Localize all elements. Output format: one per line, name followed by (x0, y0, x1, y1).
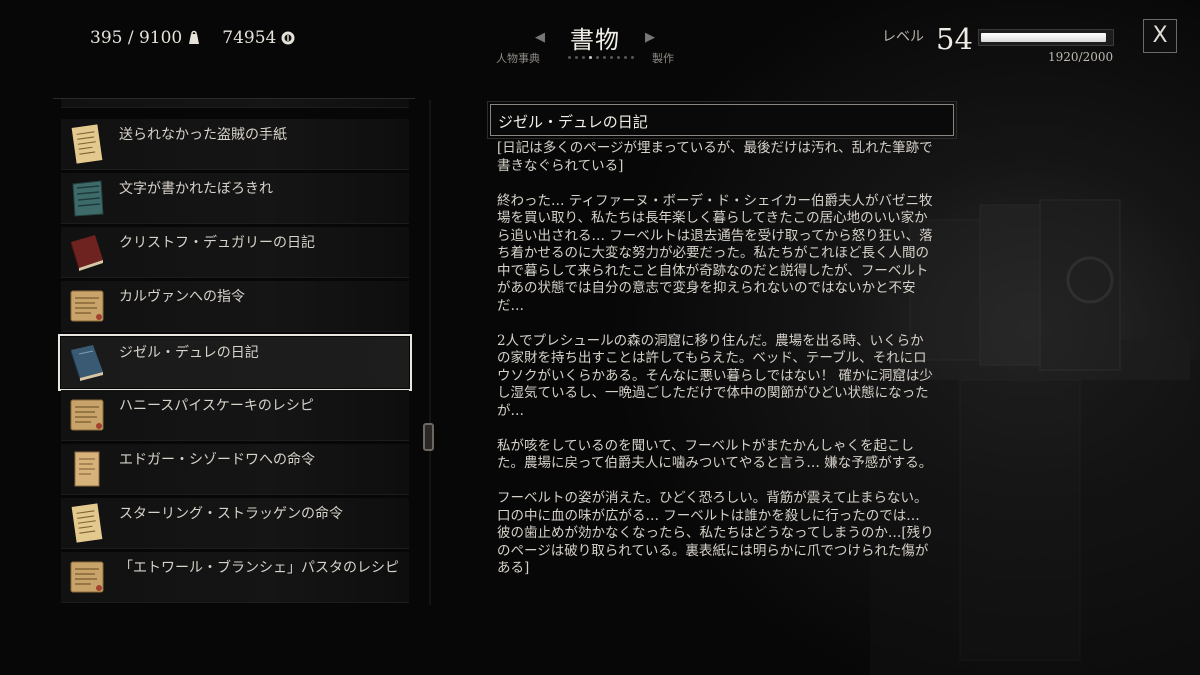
scroll-icon (70, 399, 104, 431)
book-list-item[interactable]: ジゼル・デュレの日記 (58, 334, 412, 391)
tab-page-indicator (568, 56, 634, 59)
book-list-item[interactable]: 文字が書かれたぼろきれ (61, 173, 409, 224)
book-red-icon (71, 235, 103, 271)
book-title: スターリング・ストラッゲンの命令 (119, 506, 343, 522)
book-list-item[interactable]: 送られなかった盗賊の手紙 (61, 119, 409, 170)
section-header: ◀ 書物 ▶ 人物事典 製作 (480, 18, 710, 68)
book-list-item[interactable]: 「エトワール・ブランシェ」パスタのレシピ (61, 552, 409, 603)
document-paragraph: [日記は多くのページが埋まっているが、最後だけは汚れ、乱れた筆跡で書きなぐられて… (497, 140, 933, 174)
book-list-item[interactable]: スターリング・ストラッゲンの命令 (61, 498, 409, 549)
book-title: 送られなかった盗賊の手紙 (119, 127, 287, 143)
document-body: [日記は多くのページが埋まっているが、最後だけは汚れ、乱れた筆跡で書きなぐられて… (497, 140, 937, 595)
letter-icon (71, 124, 103, 164)
book-title: クリストフ・デュガリーの日記 (119, 235, 315, 251)
level-label: レベル (882, 29, 924, 45)
tab-next-label[interactable]: 製作 (652, 50, 674, 66)
document-paragraph: 2人でプレシュールの森の洞窟に移り住んだ。農場を出る時、いくらかの家財を持ち出す… (497, 332, 933, 419)
scroll-icon (70, 561, 104, 593)
resources-bar: 395 / 9100 74954 (90, 28, 296, 48)
list-scrollbar-thumb[interactable] (423, 423, 434, 451)
level-display: レベル 54 1920/2000 (880, 20, 1120, 70)
book-list-item[interactable]: ハニースパイスケーキのレシピ (61, 390, 409, 441)
book-list-item[interactable]: エドガー・シゾードワへの命令 (61, 444, 409, 495)
book-list-item[interactable]: カルヴァンへの指令 (61, 281, 409, 332)
parchment-icon (74, 451, 100, 487)
document-title-box: ジゼル・デュレの日記 (487, 101, 957, 139)
carry-weight: 395 / 9100 (90, 28, 202, 48)
xp-bar (978, 29, 1114, 46)
document-title: ジゼル・デュレの日記 (498, 113, 648, 131)
book-list: 送られなかった盗賊の手紙 文字が書かれたぼろきれクリストフ・デュガリーの日記 カルヴ… (53, 98, 415, 607)
document-paragraph: フーベルトの姿が消えた。ひどく恐ろしい。背筋が震えて止まらない。口の中に血の味が… (497, 490, 934, 576)
book-list-item[interactable]: クリストフ・デュガリーの日記 (61, 227, 409, 278)
tab-prev-label[interactable]: 人物事典 (496, 50, 540, 66)
money: 74954 (222, 28, 296, 48)
scroll-icon (70, 290, 104, 322)
book-title: エドガー・シゾードワへの命令 (119, 452, 315, 468)
next-tab-arrow-icon[interactable]: ▶ (645, 30, 655, 45)
xp-bar-fill (981, 33, 1106, 42)
list-scroll-track (429, 100, 431, 605)
money-value: 74954 (222, 28, 277, 48)
xp-text: 1920/2000 (1048, 50, 1114, 64)
book-title: 「エトワール・ブランシェ」パスタのレシピ (119, 560, 399, 576)
weight-icon (189, 30, 200, 44)
journal-screen: 395 / 9100 74954 ◀ 書物 ▶ 人物事典 製作 レベル 54 1… (0, 0, 1200, 675)
cloth-icon (72, 180, 104, 217)
close-button[interactable]: X (1143, 19, 1177, 53)
coin-icon (281, 31, 295, 45)
document-paragraph: 終わった… ティファーヌ・ボーデ・ド・シェイカー伯爵夫人がバゼニ牧場を買い取り、… (497, 192, 933, 314)
book-title: 文字が書かれたぼろきれ (119, 181, 273, 197)
book-title: ハニースパイスケーキのレシピ (119, 398, 314, 414)
scroll-icon (65, 98, 109, 104)
level-value: 54 (936, 22, 973, 56)
carry-weight-value: 395 / 9100 (90, 28, 183, 48)
book-title: カルヴァンへの指令 (119, 289, 245, 305)
document-paragraph: 私が咳をしているのを聞いて、フーベルトがまたかんしゃくを起こした。農場に戻って伯… (497, 437, 933, 472)
book-title: ジゼル・デュレの日記 (119, 345, 259, 361)
book-blue-icon (71, 345, 103, 381)
book-list-item[interactable] (61, 98, 409, 108)
letter-icon (71, 503, 103, 543)
